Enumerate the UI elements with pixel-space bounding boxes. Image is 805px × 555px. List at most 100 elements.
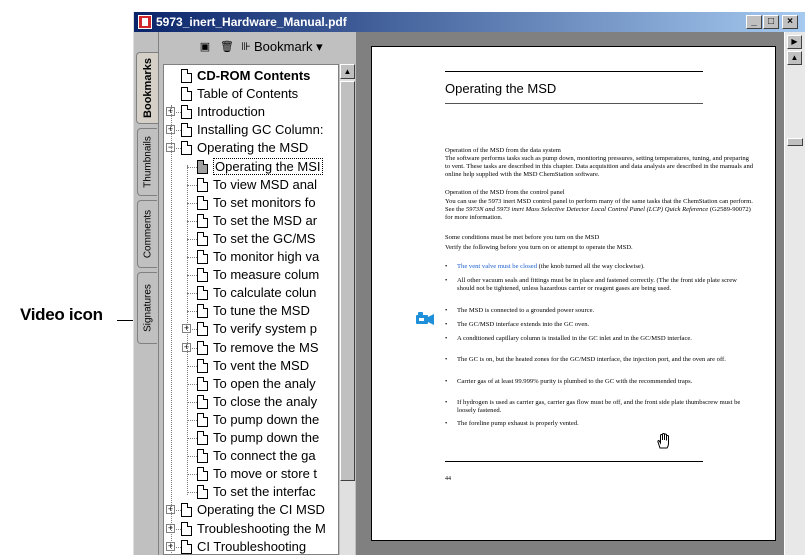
title-bar: 5973_inert_Hardware_Manual.pdf _ □ × [134,12,805,32]
bookmark-page-icon [197,286,208,301]
close-button[interactable]: × [782,15,798,29]
footer-rule [445,461,703,462]
new-bookmark-icon[interactable]: ▣ [199,41,211,53]
bookmark-item[interactable]: CD-ROM Contents [164,67,338,85]
bookmark-page-icon [197,485,208,500]
bookmark-label: To vent the MSD [213,357,310,373]
bookmark-label: To connect the ga [213,448,316,464]
bookmark-item[interactable]: To close the analy [164,393,338,411]
vent-valve-link[interactable]: The vent valve must be closed [457,263,537,270]
bookmark-label: Operating the MSD [197,140,309,156]
bookmark-page-icon [197,431,208,445]
bookmark-item[interactable]: To pump down the [164,429,338,447]
bookmark-label: To view MSD anal [213,176,318,192]
section-title-data-system: Operation of the MSD from the data syste… [445,147,561,154]
pdf-app-icon[interactable] [138,15,152,29]
bookmark-item[interactable]: Table of Contents [164,85,338,103]
bookmark-item[interactable]: To tune the MSD [164,302,338,320]
tree-connector [187,311,197,313]
bookmark-item[interactable]: To connect the ga [164,447,338,465]
document-scroll-thumb[interactable] [787,138,803,146]
document-view[interactable]: Operating the MSD Operation of the MSD f… [356,32,784,555]
bookmark-label: To verify system p [213,321,318,337]
acrobat-window: 5973_inert_Hardware_Manual.pdf _ □ × Boo… [133,12,805,555]
bookmark-label: To set the MSD ar [213,212,318,228]
bookmark-item[interactable]: To open the analy [164,375,338,393]
bookmark-item[interactable]: To set the interfac [164,483,338,501]
bookmark-item[interactable]: + Introduction [164,103,338,121]
maximize-button[interactable]: □ [763,15,779,29]
bookmark-item[interactable]: To calculate colun [164,284,338,302]
tree-connector [187,220,197,222]
bookmark-label: CI Troubleshooting [197,538,307,554]
next-page-arrow-icon[interactable]: ▶ [787,35,802,49]
bookmark-item[interactable]: To vent the MSD [164,357,338,375]
bookmark-label: To monitor high va [213,249,320,264]
section-intro-conditions: Verify the following before you turn on … [445,244,633,251]
tab-comments[interactable]: Comments [137,200,157,268]
scroll-up-arrow-icon[interactable]: ▲ [340,64,355,79]
bookmark-options-menu[interactable]: Bookmark ▾ [254,39,323,55]
bookmark-label: Troubleshooting the M [197,520,326,536]
navigation-tabs: Bookmarks Thumbnails Comments Signatures [134,32,158,555]
bookmark-tree-scrollbar[interactable]: ▲ [339,64,355,555]
bookmark-item[interactable]: + Installing GC Column: [164,121,338,139]
bookmark-label: To tune the MSD [213,303,310,319]
tree-connector [187,166,197,168]
bookmark-item[interactable]: + To verify system p [164,320,338,338]
video-camera-icon[interactable] [415,311,435,327]
document-scrollbar[interactable]: ▶ ▲ [784,32,805,555]
heading-rule-top [445,71,703,72]
bookmark-item[interactable]: To move or store t [164,465,338,483]
bookmark-item[interactable]: To set the GC/MS [164,230,338,248]
tab-thumbnails[interactable]: Thumbnails [137,128,157,196]
page-number: 44 [445,476,451,482]
tree-connector [187,383,197,385]
tree-connector [187,401,197,403]
tree-connector [171,105,172,554]
bookmark-page-icon [181,69,192,83]
bookmark-item[interactable]: To monitor high va [164,248,338,266]
bookmark-item[interactable]: + Operating the CI MSD [164,501,338,519]
bookmark-item[interactable]: + Troubleshooting the M [164,520,338,538]
properties-icon[interactable]: ⊪ [240,41,252,53]
bookmark-item[interactable]: + CI Troubleshooting [164,538,338,554]
condition-bullet: The foreline pump exhaust is properly ve… [445,420,755,428]
condition-bullet: Carrier gas of at least 99.999% purity i… [445,378,755,386]
bookmark-label: Table of Contents [197,86,299,102]
trash-icon[interactable]: 🗑 [220,41,234,53]
bookmark-page-icon [197,322,208,337]
bookmark-item[interactable]: To pump down the [164,411,338,429]
section-title-control-panel: Operation of the MSD from the control pa… [445,189,565,196]
condition-bullet: The GC is on, but the heated zones for t… [445,356,755,364]
bookmarks-panel: ▣ 🗑 ⊪ Bookmark ▾ CD-ROM Contents Table of… [158,32,355,555]
bookmark-label: To set the interfac [213,484,316,500]
tab-signatures[interactable]: Signatures [137,272,157,344]
bookmark-item[interactable]: To set the MSD ar [164,212,338,230]
scroll-up-arrow-icon[interactable]: ▲ [787,51,802,65]
bookmark-page-icon [197,213,208,228]
bookmark-label: To move or store t [213,466,318,482]
bookmark-label: Installing GC Column: [197,122,324,138]
bookmark-label: To open the analy [213,375,316,391]
bookmark-page-icon [181,521,192,536]
bookmark-label: To calculate colun [213,285,317,301]
bookmark-label: To set monitors fo [213,194,316,210]
tree-connector [187,419,197,421]
bookmark-item[interactable]: To view MSD anal [164,176,338,194]
bookmark-label: To close the analy [213,393,318,409]
bookmark-item[interactable]: To set monitors fo [164,194,338,212]
bookmark-item[interactable]: − Operating the MSD [164,139,338,157]
bookmark-item[interactable]: + To remove the MS [164,339,338,357]
bookmark-item[interactable]: To measure colum [164,266,338,284]
bookmark-tree[interactable]: CD-ROM Contents Table of Contents + Introdu… [163,64,339,555]
bookmark-tree-scroll-thumb[interactable] [340,81,355,481]
bookmark-label: Operating the MSI [213,157,323,175]
tab-bookmarks[interactable]: Bookmarks [136,52,158,124]
condition-bullet: All other vacuum seals and fittings must… [445,277,755,293]
page-heading: Operating the MSD [445,81,557,96]
bookmark-item[interactable]: Operating the MSI [164,157,338,176]
minimize-button[interactable]: _ [746,15,762,29]
section-title-conditions: Some conditions must be met before you t… [445,234,600,241]
bookmark-page-icon [181,105,192,120]
